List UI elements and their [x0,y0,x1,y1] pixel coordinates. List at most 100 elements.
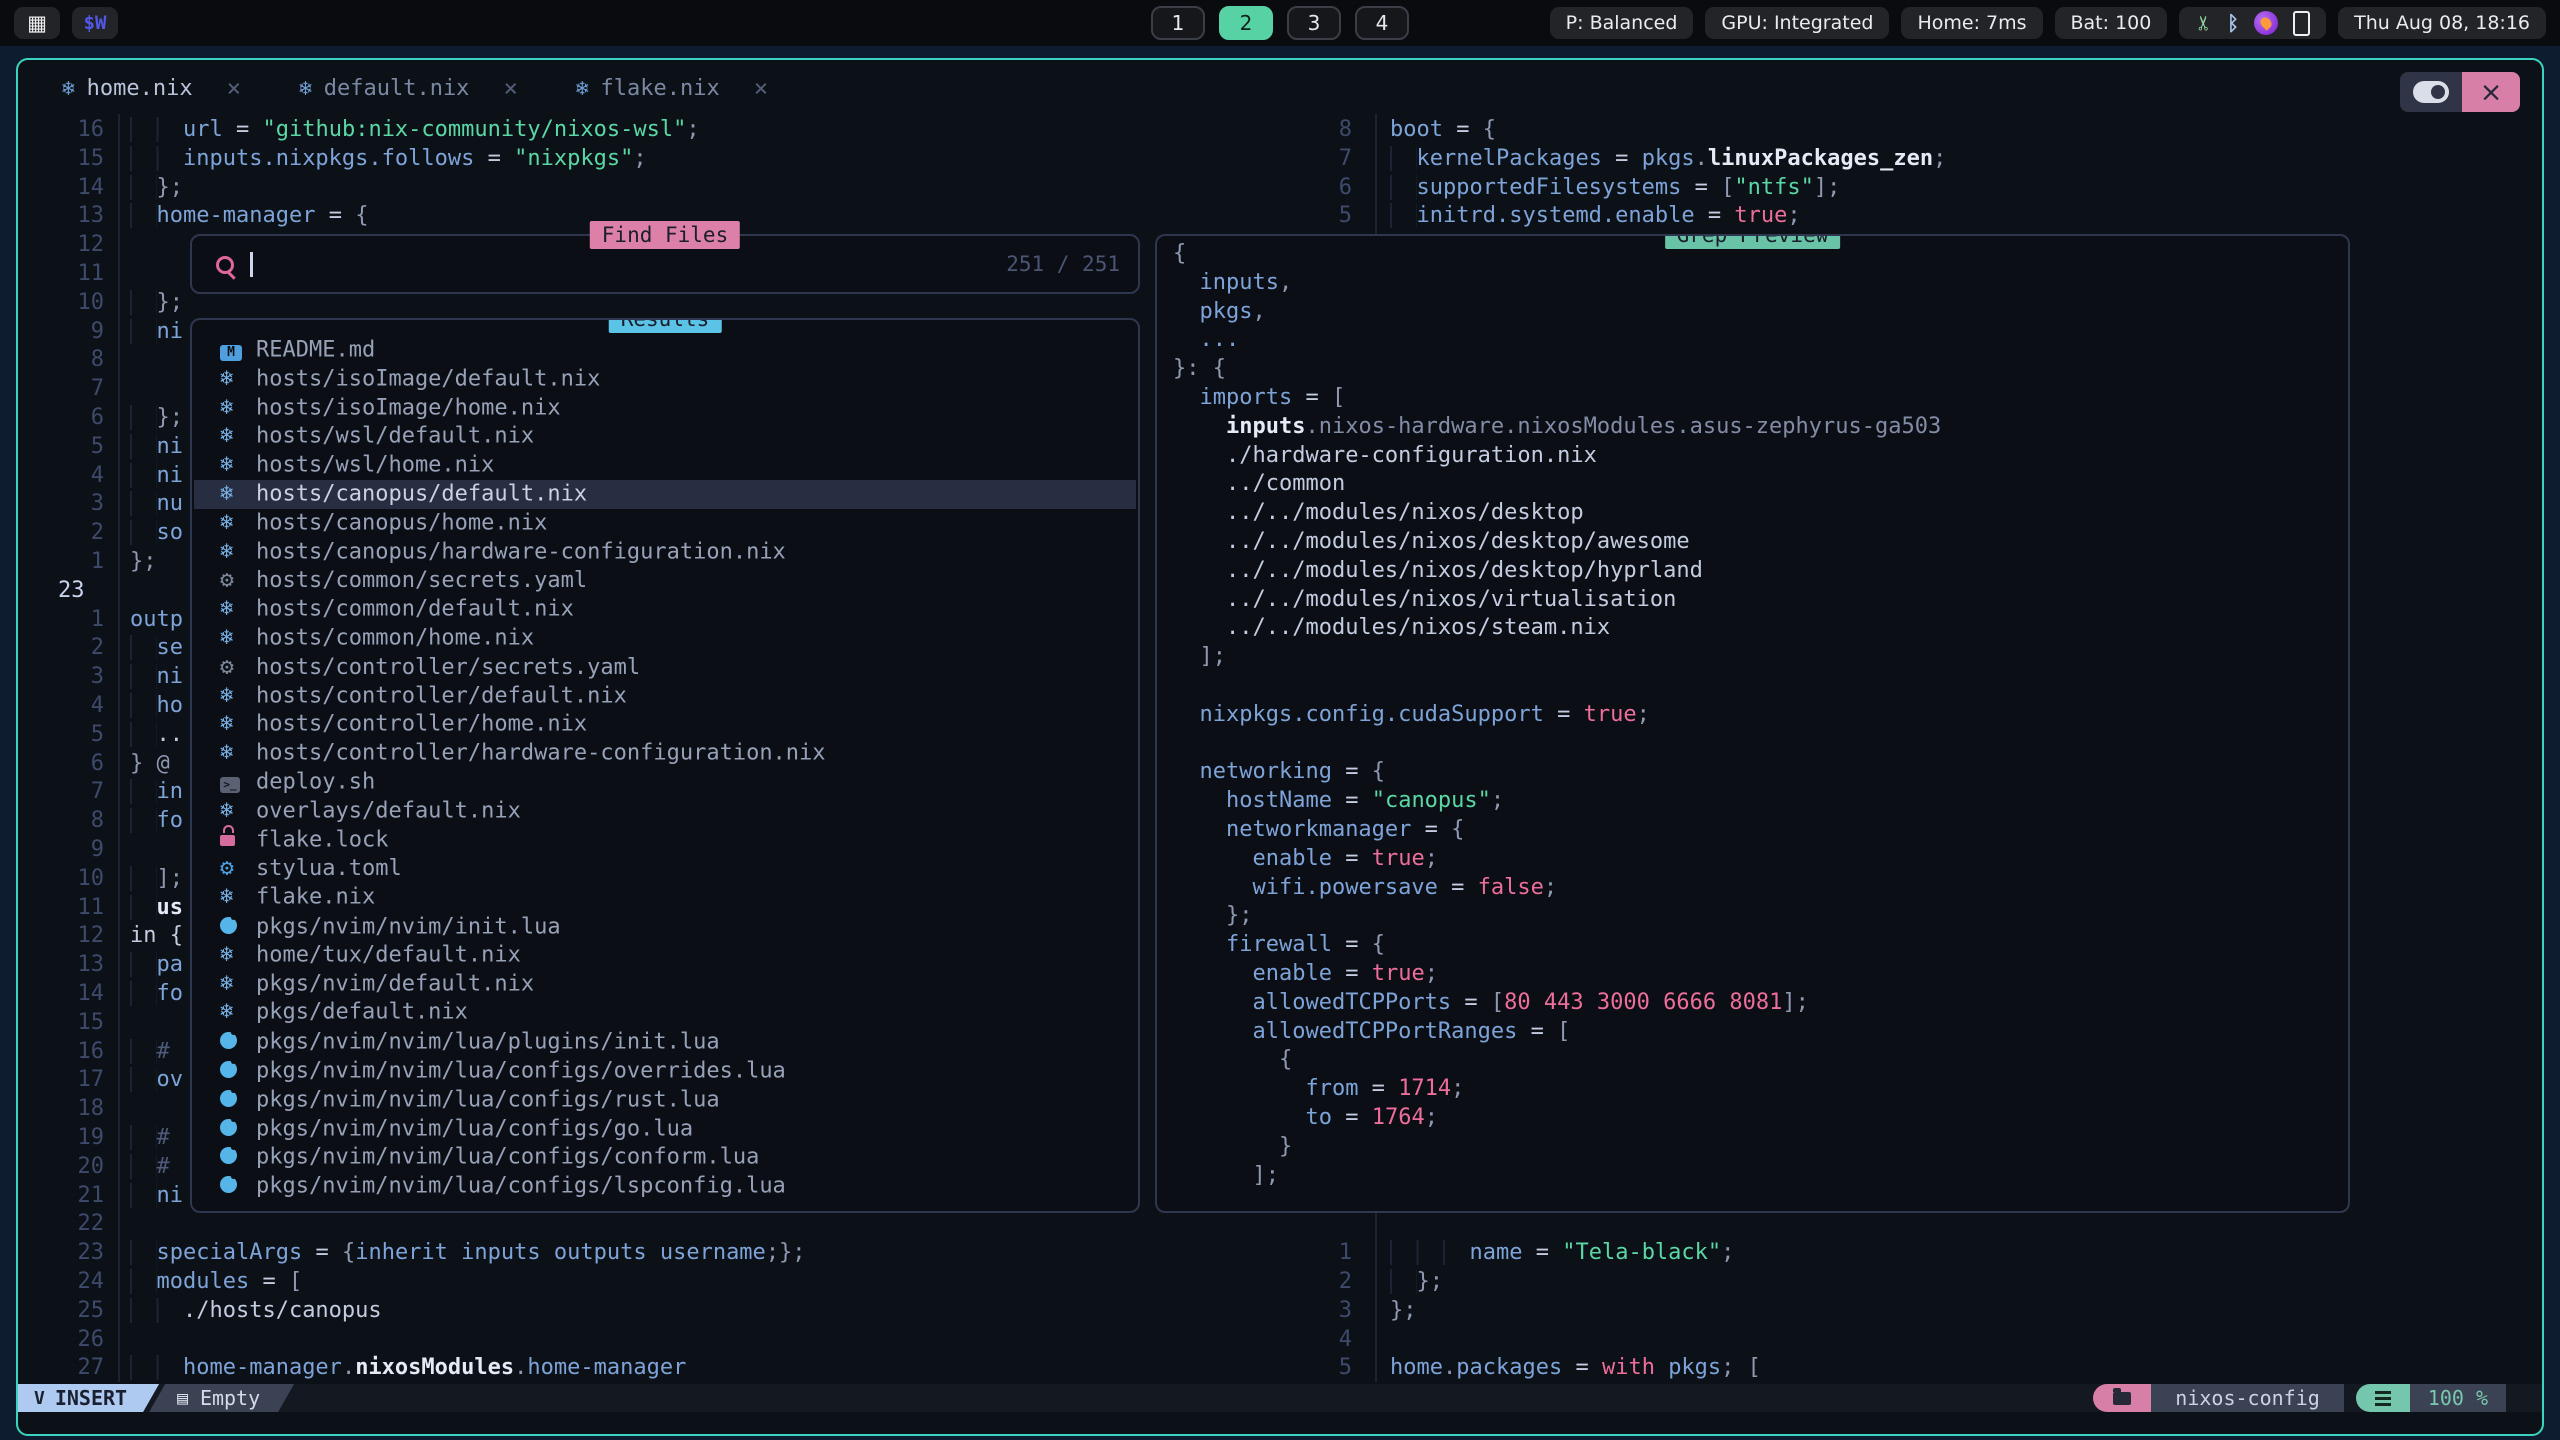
result-item[interactable]: pkgs/nvim/nvim/lua/configs/rust.lua [194,1085,1136,1114]
result-item[interactable]: pkgs/nvim/nvim/lua/configs/go.lua [194,1114,1136,1143]
preview-line: ... [1173,326,2333,355]
mode-indicator: V INSERT [18,1384,159,1412]
code-text: so [130,519,183,548]
result-filename: hosts/controller/secrets.yaml [256,655,640,680]
find-files-prompt[interactable]: Find Files 251 / 251 [190,234,1140,294]
preview-line: ../../modules/nixos/desktop/awesome [1173,528,2333,557]
line-number: 16 [48,1038,104,1067]
result-item[interactable]: hosts/controller/hardware-configuration.… [194,739,1136,768]
preview-line: firewall = { [1173,931,2333,960]
result-item[interactable]: hosts/common/home.nix [194,624,1136,653]
workspace-1[interactable]: 1 [1151,6,1205,40]
result-item[interactable]: hosts/canopus/home.nix [194,509,1136,538]
result-item[interactable]: deploy.sh [194,768,1136,797]
status-pill: P: Balanced [1550,7,1694,39]
close-icon[interactable]: × [227,74,241,102]
preview-line: ../../modules/nixos/virtualisation [1173,586,2333,615]
result-item[interactable]: home/tux/default.nix [194,941,1136,970]
result-item[interactable]: pkgs/default.nix [194,998,1136,1027]
result-item[interactable]: flake.nix [194,883,1136,912]
topbar-left: ▦ $W [14,7,118,39]
line-number: 4 [48,692,104,721]
result-filename: hosts/controller/hardware-configuration.… [256,741,826,766]
result-item[interactable]: hosts/controller/home.nix [194,710,1136,739]
preview-line: }: { [1173,355,2333,384]
window-toggle[interactable] [2400,72,2462,112]
tab-default.nix[interactable]: default.nix × [299,74,518,102]
code-line: 2 }; [18,1268,2542,1297]
nix-file-icon [220,941,256,970]
code-text: nu [130,490,183,519]
result-item[interactable]: hosts/wsl/default.nix [194,422,1136,451]
find-files-title: Find Files [590,221,740,249]
project-name: nixos-config [2151,1384,2344,1412]
result-item[interactable]: hosts/controller/secrets.yaml [194,653,1136,682]
result-item[interactable]: hosts/canopus/default.nix [194,480,1136,509]
result-item[interactable]: pkgs/nvim/nvim/lua/configs/overrides.lua [194,1056,1136,1085]
line-number: 2 [48,519,104,548]
result-item[interactable]: hosts/isoImage/default.nix [194,365,1136,394]
code-text: }; [130,404,183,433]
result-filename: hosts/wsl/home.nix [256,453,494,478]
line-number: 21 [48,1182,104,1211]
result-item[interactable]: pkgs/nvim/nvim/lua/configs/conform.lua [194,1142,1136,1171]
line-number: 22 [48,1210,104,1239]
tab-flake.nix[interactable]: flake.nix× [576,74,768,102]
workspace-2[interactable]: 2 [1219,6,1273,40]
result-item[interactable]: pkgs/nvim/nvim/lua/configs/lspconfig.lua [194,1171,1136,1200]
window-close-button[interactable]: × [2462,72,2520,112]
result-filename: hosts/common/default.nix [256,597,574,622]
code-text: ov [130,1066,183,1095]
result-filename: flake.nix [256,885,375,910]
workspace-4[interactable]: 4 [1355,6,1409,40]
logo-button[interactable]: $W [72,7,118,39]
line-number: 5 [48,433,104,462]
result-item[interactable]: pkgs/nvim/nvim/lua/plugins/init.lua [194,1027,1136,1056]
result-item[interactable]: stylua.toml [194,854,1136,883]
result-item[interactable]: hosts/wsl/home.nix [194,451,1136,480]
lua-file-icon [220,1171,256,1202]
project-chip [2093,1384,2151,1412]
result-filename: pkgs/nvim/nvim/lua/configs/go.lua [256,1116,693,1141]
result-item[interactable]: hosts/isoImage/home.nix [194,394,1136,423]
result-item[interactable]: README.md [194,336,1136,365]
vim-icon: V [34,1388,45,1409]
result-item[interactable]: overlays/default.nix [194,797,1136,826]
result-filename: hosts/isoImage/home.nix [256,395,561,420]
preview-line: to = 1764; [1173,1104,2333,1133]
preview-line: { [1173,1046,2333,1075]
nix-file-icon [220,682,256,711]
tab-home.nix[interactable]: home.nix× [62,74,241,102]
result-item[interactable]: flake.lock [194,826,1136,855]
workspace-3[interactable]: 3 [1287,6,1341,40]
close-icon[interactable]: × [503,74,517,102]
close-icon[interactable]: × [754,74,768,102]
result-filename: pkgs/nvim/default.nix [256,971,534,996]
nix-file-icon [220,538,256,567]
code-text: us [130,894,183,923]
line-number: 3 [48,490,104,519]
app-launcher-button[interactable]: ▦ [14,7,60,39]
result-item[interactable]: hosts/canopus/hardware-configuration.nix [194,538,1136,567]
sw-logo-icon: $W [84,12,107,34]
result-item[interactable]: hosts/common/default.nix [194,595,1136,624]
code-text: fo [130,807,183,836]
line-number: 8 [48,807,104,836]
line-number: 17 [48,1066,104,1095]
code-line: 3}; [18,1297,2542,1326]
result-filename: flake.lock [256,827,388,852]
tab-label: default.nix [324,76,470,101]
result-filename: hosts/common/secrets.yaml [256,568,587,593]
result-item[interactable]: pkgs/nvim/nvim/init.lua [194,912,1136,941]
md-file-icon [220,336,256,365]
code-line: 6 supportedFilesystems = ["ntfs"]; [18,174,2542,203]
gearb-file-icon [220,854,256,884]
system-tray[interactable]: ✂ ᛒ [2179,7,2326,39]
code-text: ho [130,692,183,721]
result-item[interactable]: pkgs/nvim/default.nix [194,970,1136,999]
line-number: 6 [48,404,104,433]
result-item[interactable]: hosts/common/secrets.yaml [194,566,1136,595]
result-item[interactable]: hosts/controller/default.nix [194,682,1136,711]
preview-line: enable = true; [1173,845,2333,874]
nix-file-icon [220,480,256,509]
